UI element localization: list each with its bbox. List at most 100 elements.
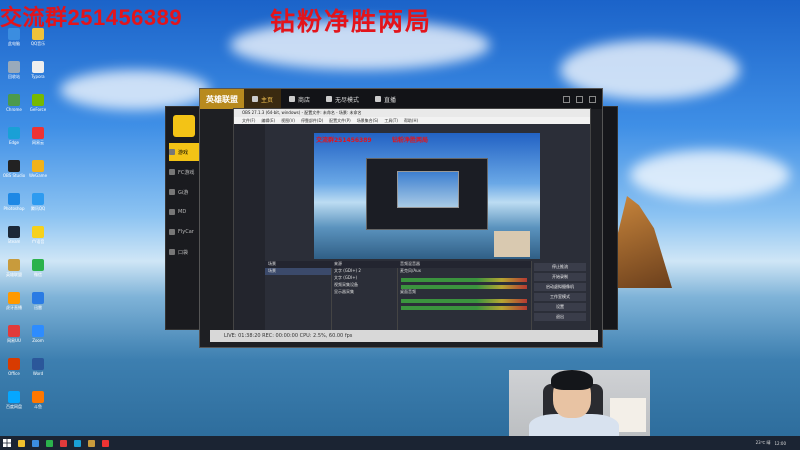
source-item[interactable]: 视频采集设备: [331, 282, 397, 289]
obs-control-button[interactable]: 启动虚拟摄像机: [534, 283, 586, 291]
launcher-nav-label: 口袋: [178, 249, 189, 256]
app-icon: [32, 292, 44, 304]
source-item[interactable]: 文字 (GDI+): [331, 275, 397, 282]
obs-menu-item[interactable]: 帮助(H): [404, 118, 418, 124]
desktop-icon[interactable]: WeGame: [26, 160, 50, 188]
client-title-bar: 英雄联盟 主页 商店 无尽模式 直播: [200, 89, 602, 109]
launcher-nav-item[interactable]: 口袋: [169, 243, 199, 261]
windows-icon: [3, 439, 11, 447]
obs-menu-item[interactable]: 工具(T): [384, 118, 398, 124]
obs-control-button[interactable]: 设置: [534, 303, 586, 311]
taskbar-app[interactable]: [98, 436, 112, 450]
source-item[interactable]: 文字 (GDI+) 2: [331, 268, 397, 275]
launcher-nav-item[interactable]: MD: [169, 203, 199, 221]
desktop-icon[interactable]: Zoom: [26, 325, 50, 353]
taskbar-app[interactable]: [70, 436, 84, 450]
obs-menu-item[interactable]: 配置文件(P): [329, 118, 351, 124]
desktop-icon[interactable]: QQ音乐: [26, 28, 50, 56]
app-icon: [31, 439, 39, 447]
obs-control-button[interactable]: 停止推流: [534, 263, 586, 271]
desktop-icon[interactable]: 腾讯QQ: [26, 193, 50, 221]
obs-control-button[interactable]: 开始录制: [534, 273, 586, 281]
desktop-icon[interactable]: Typora: [26, 61, 50, 89]
preview-overlay-text: 交流群251456389: [316, 137, 372, 144]
desktop-icon[interactable]: 英雄联盟: [2, 259, 26, 287]
obs-menu-item[interactable]: 文件(F): [242, 118, 255, 124]
desktop-icon[interactable]: Chrome: [2, 94, 26, 122]
streamer-hair: [551, 370, 593, 390]
desktop-icon[interactable]: 迅雷: [26, 292, 50, 320]
desktop-icon[interactable]: 回收站: [2, 61, 26, 89]
tab-label: 主页: [261, 96, 274, 104]
desktop-icon[interactable]: 百度网盘: [2, 391, 26, 419]
obs-menu-item[interactable]: 编辑(E): [261, 118, 275, 124]
app-icon: [169, 189, 175, 195]
desktop-icon[interactable]: Photoshop: [2, 193, 26, 221]
audio-mixer-dock: 音频混音器 麦克风/Aux 桌面音频: [397, 261, 532, 335]
taskbar-app[interactable]: [14, 436, 28, 450]
start-button[interactable]: [0, 436, 14, 450]
volume-slider[interactable]: [401, 285, 527, 289]
app-icon: [32, 358, 44, 370]
tab-store[interactable]: 商店: [281, 89, 318, 109]
desktop-icon-label: Zoom: [32, 338, 44, 343]
desktop-icon[interactable]: 虎牙直播: [2, 292, 26, 320]
minimize-icon[interactable]: [563, 95, 570, 103]
game-launcher-window[interactable]: 游戏 FC游戏 Gi游 MD FlyCar 口袋: [165, 106, 203, 330]
obs-preview[interactable]: 交流群251456389 钻粉净胜两局: [314, 133, 540, 259]
desktop-icon[interactable]: 网易云: [26, 127, 50, 155]
desktop-icon[interactable]: Steam: [2, 226, 26, 254]
launcher-nav-item[interactable]: FlyCar: [169, 223, 199, 241]
launcher-nav-item[interactable]: Gi游: [169, 183, 199, 201]
desktop-icon[interactable]: GeForce: [26, 94, 50, 122]
desktop-icon-label: Typora: [31, 74, 45, 79]
desktop-icon[interactable]: 斗鱼: [26, 391, 50, 419]
preview-overlay-text: 钻粉净胜两局: [392, 137, 429, 144]
taskbar-app[interactable]: [56, 436, 70, 450]
desktop-icon[interactable]: OBS Studio: [2, 160, 26, 188]
taskbar-app[interactable]: [42, 436, 56, 450]
desktop-icon[interactable]: 此电脑: [2, 28, 26, 56]
maximize-icon[interactable]: [576, 95, 583, 103]
obs-menu-item[interactable]: 场景集合(S): [357, 118, 379, 124]
obs-control-button[interactable]: 工作室模式: [534, 293, 586, 301]
desktop-icon[interactable]: YY语音: [26, 226, 50, 254]
obs-control-button[interactable]: 退出: [534, 313, 586, 321]
close-icon[interactable]: [589, 95, 596, 103]
audio-meter: [401, 278, 527, 282]
taskbar-app[interactable]: [28, 436, 42, 450]
obs-menu-item[interactable]: 停靠部件(D): [301, 118, 323, 124]
taskbar-app[interactable]: [84, 436, 98, 450]
desktop-icon[interactable]: Word: [26, 358, 50, 386]
wallpaper-rock: [612, 196, 672, 288]
dock-header: 音频混音器: [397, 261, 531, 268]
volume-slider[interactable]: [401, 306, 527, 310]
desktop-icon-grid: 此电脑 QQ音乐回收站 Typora Chrome GeForce Edge 网易云 OBS …: [2, 28, 50, 419]
desktop-icon-label: YY语音: [31, 239, 45, 244]
desktop-icon[interactable]: Office: [2, 358, 26, 386]
desktop-icon[interactable]: 网易UU: [2, 325, 26, 353]
desktop-icon-label: 微信: [34, 272, 42, 277]
launcher-nav-games[interactable]: 游戏: [169, 143, 199, 161]
obs-window[interactable]: OBS 27.1.3 (64-bit, windows) - 配置文件: 未命名…: [233, 108, 591, 336]
launcher-nav-label: 游戏: [178, 149, 189, 156]
app-icon: [8, 358, 20, 370]
launcher-nav-item[interactable]: FC游戏: [169, 163, 199, 181]
taskbar: 23℃ 晴 12:00: [0, 436, 800, 450]
preview-nested-window: [366, 158, 488, 230]
app-icon: [8, 28, 20, 40]
scene-item[interactable]: 场景: [265, 268, 331, 275]
desktop-icon[interactable]: Edge: [2, 127, 26, 155]
app-icon: [101, 439, 109, 447]
source-item[interactable]: 显示器采集: [331, 289, 397, 296]
desktop-icon[interactable]: 微信: [26, 259, 50, 287]
desktop-icon-label: 回收站: [8, 74, 20, 79]
preview-nested-screen: [397, 171, 459, 208]
tab-live[interactable]: 直播: [367, 89, 404, 109]
app-icon: [32, 226, 44, 238]
tab-label: 直播: [384, 96, 397, 104]
tab-home[interactable]: 主页: [244, 89, 282, 109]
obs-menu-item[interactable]: 视图(V): [281, 118, 295, 124]
app-icon: [87, 439, 95, 447]
tab-mode[interactable]: 无尽模式: [318, 89, 367, 109]
